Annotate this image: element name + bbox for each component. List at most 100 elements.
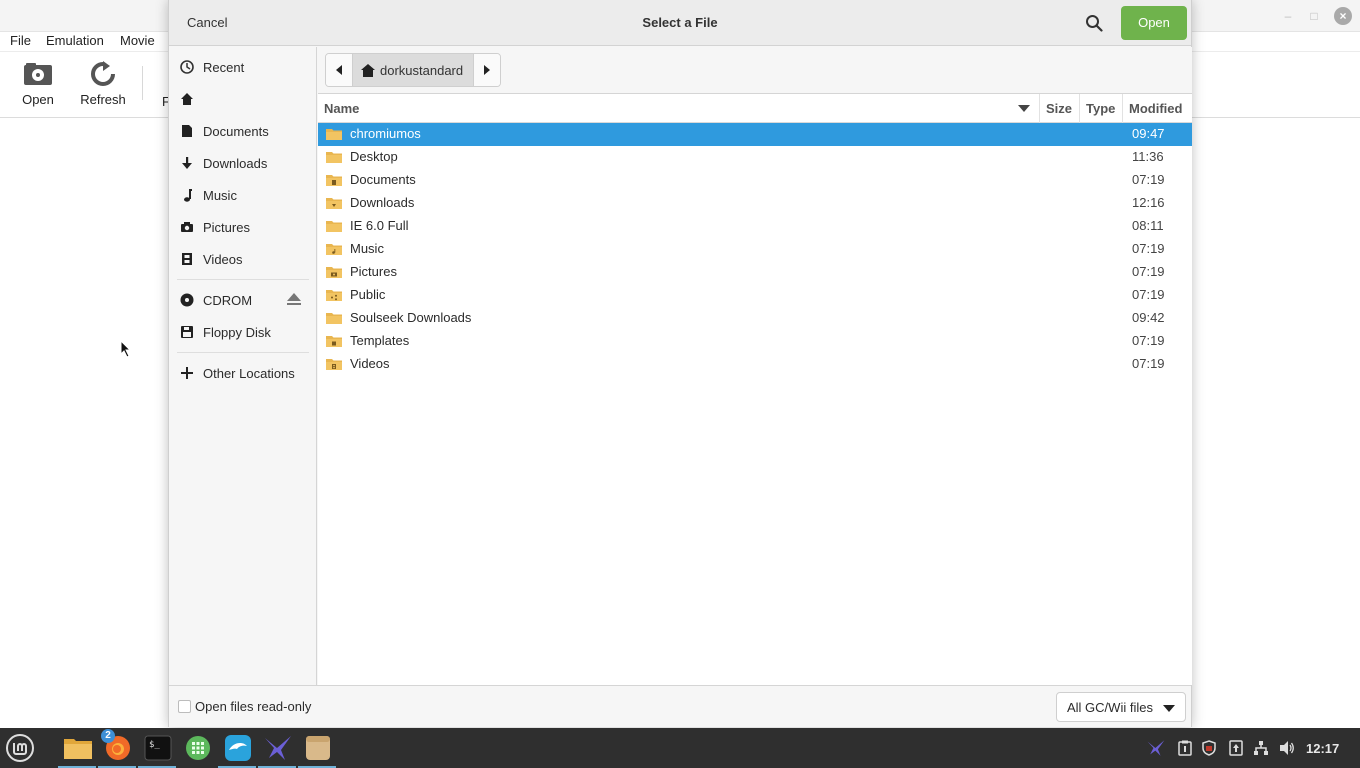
- column-header-modified[interactable]: Modified: [1123, 94, 1192, 123]
- grid-app-icon: [186, 736, 210, 760]
- cancel-button[interactable]: Cancel: [177, 8, 237, 38]
- taskbar-spreadsheet-button[interactable]: [182, 732, 214, 764]
- mint-menu-button[interactable]: [4, 732, 36, 764]
- file-row-desktop[interactable]: Desktop 11:36: [318, 146, 1192, 169]
- file-modified: 07:19: [1132, 172, 1165, 187]
- plus-icon: [179, 365, 195, 381]
- file-row-chromiumos[interactable]: chromiumos 09:47: [318, 123, 1192, 146]
- music-note-icon: [179, 187, 195, 203]
- floppy-disk-icon: [179, 324, 195, 340]
- folder-public-icon: [326, 288, 342, 305]
- camera-icon: [179, 219, 195, 235]
- file-row-soulseek-downloads[interactable]: Soulseek Downloads 09:42: [318, 307, 1192, 330]
- file-row-public[interactable]: Public 07:19: [318, 284, 1192, 307]
- file-row-documents[interactable]: Documents 07:19: [318, 169, 1192, 192]
- sidebar-label: Documents: [203, 123, 269, 139]
- taskbar-soulseek-button[interactable]: [262, 732, 294, 764]
- file-modified: 12:16: [1132, 195, 1165, 210]
- folder-icon: [326, 127, 342, 144]
- folder-music-icon: [326, 242, 342, 259]
- sidebar-item-pictures[interactable]: Pictures: [169, 213, 316, 241]
- column-label: Modified: [1129, 101, 1183, 116]
- file-modified: 11:36: [1132, 149, 1164, 164]
- sidebar-item-downloads[interactable]: Downloads: [169, 149, 316, 177]
- file-row-videos[interactable]: Videos 07:19: [318, 353, 1192, 376]
- notification-badge: 2: [101, 729, 115, 743]
- chevron-left-icon: [336, 65, 342, 75]
- clock-icon: [179, 59, 195, 75]
- file-name: Music: [350, 241, 384, 256]
- file-row-templates[interactable]: Templates 07:19: [318, 330, 1192, 353]
- file-modified: 08:11: [1132, 218, 1164, 233]
- readonly-label[interactable]: Open files read-only: [195, 699, 311, 714]
- taskbar-clock[interactable]: 12:17: [1306, 741, 1339, 756]
- folder-documents-icon: [326, 173, 342, 190]
- taskbar-files-button[interactable]: [62, 732, 94, 764]
- sidebar-item-music[interactable]: Music: [169, 181, 316, 209]
- column-header-name[interactable]: Name: [318, 94, 1040, 123]
- folder-templates-icon: [326, 334, 342, 351]
- file-row-downloads[interactable]: Downloads 12:16: [318, 192, 1192, 215]
- menu-movie[interactable]: Movie: [120, 33, 155, 48]
- sidebar-item-floppy[interactable]: Floppy Disk: [169, 318, 316, 346]
- file-row-ie-6-0-full[interactable]: IE 6.0 Full 08:11: [318, 215, 1192, 238]
- path-bar: dorkustandard: [318, 47, 1192, 93]
- clipboard-icon[interactable]: [1177, 740, 1193, 756]
- column-header-type[interactable]: Type: [1080, 94, 1123, 123]
- sidebar-label: Downloads: [203, 155, 268, 171]
- shield-icon[interactable]: [1201, 740, 1217, 756]
- sidebar-label: CDROM: [203, 292, 253, 308]
- taskbar-archive-button[interactable]: [302, 732, 334, 764]
- sidebar-item-videos[interactable]: Videos: [169, 245, 316, 273]
- path-back-button[interactable]: [326, 54, 352, 86]
- sidebar-item-home[interactable]: [169, 85, 316, 113]
- sidebar-label: Floppy Disk: [203, 324, 271, 340]
- menu-file[interactable]: File: [10, 33, 31, 48]
- toolbar-separator: [142, 66, 143, 100]
- file-filter-dropdown[interactable]: All GC/Wii files: [1056, 692, 1186, 722]
- toolbar-open-button[interactable]: Open: [10, 60, 66, 107]
- volume-icon[interactable]: [1279, 740, 1295, 756]
- toolbar-refresh-label: Refresh: [80, 92, 126, 107]
- file-row-music[interactable]: Music 07:19: [318, 238, 1192, 261]
- path-forward-button[interactable]: [474, 54, 501, 86]
- sidebar-label: Videos: [203, 251, 243, 267]
- tray-soulseek-icon[interactable]: [1146, 740, 1166, 756]
- file-row-pictures[interactable]: Pictures 07:19: [318, 261, 1192, 284]
- update-manager-icon[interactable]: [1228, 740, 1244, 756]
- sidebar-label: Pictures: [203, 219, 250, 235]
- folder-icon: [64, 739, 92, 759]
- sidebar-label: Recent: [203, 59, 245, 75]
- file-name: Documents: [350, 172, 416, 187]
- mouse-cursor-icon: [120, 339, 132, 361]
- readonly-checkbox[interactable]: [178, 700, 191, 713]
- taskbar-dolphin-button[interactable]: [222, 732, 254, 764]
- toolbar-refresh-button[interactable]: Refresh: [75, 60, 131, 107]
- taskbar-terminal-button[interactable]: $_: [142, 732, 174, 764]
- file-filter-label: All GC/Wii files: [1067, 699, 1153, 715]
- eject-icon[interactable]: [286, 292, 302, 309]
- minimize-button[interactable]: –: [1280, 8, 1296, 24]
- home-icon: [361, 63, 375, 77]
- archive-icon: [306, 736, 330, 760]
- sidebar-item-other-locations[interactable]: Other Locations: [169, 359, 316, 387]
- network-icon[interactable]: [1253, 740, 1269, 756]
- breadcrumb-home-folder[interactable]: dorkustandard: [352, 54, 475, 86]
- sidebar-item-documents[interactable]: Documents: [169, 117, 316, 145]
- dolphin-icon: [225, 735, 251, 761]
- sidebar-item-cdrom[interactable]: CDROM: [169, 286, 316, 314]
- sidebar-item-recent[interactable]: Recent: [169, 53, 316, 81]
- file-name: Templates: [350, 333, 410, 348]
- close-window-button[interactable]: ×: [1334, 7, 1352, 25]
- file-modified: 09:47: [1132, 126, 1165, 141]
- file-name: Public: [350, 287, 386, 302]
- maximize-button[interactable]: □: [1306, 8, 1322, 24]
- chevron-right-icon: [484, 65, 491, 75]
- film-icon: [179, 251, 195, 267]
- column-header-size[interactable]: Size: [1040, 94, 1080, 123]
- open-button[interactable]: Open: [1121, 6, 1187, 40]
- search-button[interactable]: [1081, 11, 1107, 35]
- file-modified: 07:19: [1132, 241, 1165, 256]
- file-name: Desktop: [350, 149, 398, 164]
- menu-emulation[interactable]: Emulation: [46, 33, 104, 48]
